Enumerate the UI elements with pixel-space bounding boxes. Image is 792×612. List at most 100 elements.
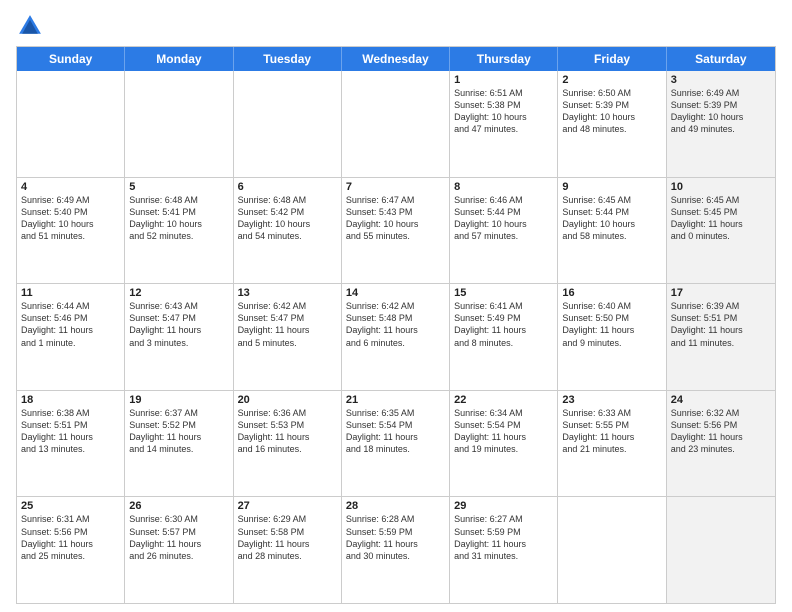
day-number: 14 [346,287,445,299]
day-number: 11 [21,287,120,299]
cal-cell: 11Sunrise: 6:44 AM Sunset: 5:46 PM Dayli… [17,284,125,390]
cal-cell [17,71,125,177]
cell-info: Sunrise: 6:46 AM Sunset: 5:44 PM Dayligh… [454,194,553,243]
cell-info: Sunrise: 6:36 AM Sunset: 5:53 PM Dayligh… [238,407,337,456]
cal-week-3: 18Sunrise: 6:38 AM Sunset: 5:51 PM Dayli… [17,390,775,497]
cal-cell [342,71,450,177]
day-number: 1 [454,74,553,86]
cal-header-tuesday: Tuesday [234,47,342,71]
cal-cell: 29Sunrise: 6:27 AM Sunset: 5:59 PM Dayli… [450,497,558,603]
day-number: 18 [21,394,120,406]
logo-icon [16,12,44,40]
cal-cell [667,497,775,603]
day-number: 8 [454,181,553,193]
calendar: SundayMondayTuesdayWednesdayThursdayFrid… [16,46,776,604]
cell-info: Sunrise: 6:48 AM Sunset: 5:42 PM Dayligh… [238,194,337,243]
cal-header-thursday: Thursday [450,47,558,71]
cell-info: Sunrise: 6:27 AM Sunset: 5:59 PM Dayligh… [454,513,553,562]
day-number: 24 [671,394,771,406]
day-number: 6 [238,181,337,193]
day-number: 12 [129,287,228,299]
day-number: 20 [238,394,337,406]
header [16,12,776,40]
cal-cell: 22Sunrise: 6:34 AM Sunset: 5:54 PM Dayli… [450,391,558,497]
day-number: 10 [671,181,771,193]
day-number: 2 [562,74,661,86]
cell-info: Sunrise: 6:42 AM Sunset: 5:48 PM Dayligh… [346,300,445,349]
day-number: 17 [671,287,771,299]
cell-info: Sunrise: 6:38 AM Sunset: 5:51 PM Dayligh… [21,407,120,456]
cal-header-monday: Monday [125,47,233,71]
calendar-header: SundayMondayTuesdayWednesdayThursdayFrid… [17,47,775,71]
cal-cell: 12Sunrise: 6:43 AM Sunset: 5:47 PM Dayli… [125,284,233,390]
cell-info: Sunrise: 6:42 AM Sunset: 5:47 PM Dayligh… [238,300,337,349]
day-number: 9 [562,181,661,193]
cal-cell: 3Sunrise: 6:49 AM Sunset: 5:39 PM Daylig… [667,71,775,177]
calendar-body: 1Sunrise: 6:51 AM Sunset: 5:38 PM Daylig… [17,71,775,603]
cal-cell: 20Sunrise: 6:36 AM Sunset: 5:53 PM Dayli… [234,391,342,497]
cell-info: Sunrise: 6:40 AM Sunset: 5:50 PM Dayligh… [562,300,661,349]
cell-info: Sunrise: 6:48 AM Sunset: 5:41 PM Dayligh… [129,194,228,243]
cell-info: Sunrise: 6:34 AM Sunset: 5:54 PM Dayligh… [454,407,553,456]
cell-info: Sunrise: 6:31 AM Sunset: 5:56 PM Dayligh… [21,513,120,562]
cell-info: Sunrise: 6:33 AM Sunset: 5:55 PM Dayligh… [562,407,661,456]
day-number: 7 [346,181,445,193]
cal-header-friday: Friday [558,47,666,71]
cal-cell: 13Sunrise: 6:42 AM Sunset: 5:47 PM Dayli… [234,284,342,390]
cal-header-sunday: Sunday [17,47,125,71]
cell-info: Sunrise: 6:45 AM Sunset: 5:44 PM Dayligh… [562,194,661,243]
day-number: 27 [238,500,337,512]
cal-cell: 19Sunrise: 6:37 AM Sunset: 5:52 PM Dayli… [125,391,233,497]
cal-cell: 24Sunrise: 6:32 AM Sunset: 5:56 PM Dayli… [667,391,775,497]
day-number: 22 [454,394,553,406]
cal-cell: 17Sunrise: 6:39 AM Sunset: 5:51 PM Dayli… [667,284,775,390]
day-number: 26 [129,500,228,512]
cal-cell: 28Sunrise: 6:28 AM Sunset: 5:59 PM Dayli… [342,497,450,603]
cal-cell: 18Sunrise: 6:38 AM Sunset: 5:51 PM Dayli… [17,391,125,497]
cal-cell [234,71,342,177]
cell-info: Sunrise: 6:30 AM Sunset: 5:57 PM Dayligh… [129,513,228,562]
cal-week-4: 25Sunrise: 6:31 AM Sunset: 5:56 PM Dayli… [17,496,775,603]
page: SundayMondayTuesdayWednesdayThursdayFrid… [0,0,792,612]
day-number: 25 [21,500,120,512]
cell-info: Sunrise: 6:43 AM Sunset: 5:47 PM Dayligh… [129,300,228,349]
cell-info: Sunrise: 6:37 AM Sunset: 5:52 PM Dayligh… [129,407,228,456]
day-number: 29 [454,500,553,512]
day-number: 13 [238,287,337,299]
cal-cell: 4Sunrise: 6:49 AM Sunset: 5:40 PM Daylig… [17,178,125,284]
day-number: 19 [129,394,228,406]
cal-week-2: 11Sunrise: 6:44 AM Sunset: 5:46 PM Dayli… [17,283,775,390]
day-number: 23 [562,394,661,406]
cell-info: Sunrise: 6:29 AM Sunset: 5:58 PM Dayligh… [238,513,337,562]
cal-cell: 6Sunrise: 6:48 AM Sunset: 5:42 PM Daylig… [234,178,342,284]
cal-cell [558,497,666,603]
day-number: 4 [21,181,120,193]
day-number: 15 [454,287,553,299]
cal-cell: 25Sunrise: 6:31 AM Sunset: 5:56 PM Dayli… [17,497,125,603]
cell-info: Sunrise: 6:41 AM Sunset: 5:49 PM Dayligh… [454,300,553,349]
day-number: 3 [671,74,771,86]
cal-cell: 21Sunrise: 6:35 AM Sunset: 5:54 PM Dayli… [342,391,450,497]
cell-info: Sunrise: 6:28 AM Sunset: 5:59 PM Dayligh… [346,513,445,562]
logo [16,12,46,40]
cal-cell: 23Sunrise: 6:33 AM Sunset: 5:55 PM Dayli… [558,391,666,497]
day-number: 5 [129,181,228,193]
cal-cell: 16Sunrise: 6:40 AM Sunset: 5:50 PM Dayli… [558,284,666,390]
cal-cell: 5Sunrise: 6:48 AM Sunset: 5:41 PM Daylig… [125,178,233,284]
cell-info: Sunrise: 6:50 AM Sunset: 5:39 PM Dayligh… [562,87,661,136]
cell-info: Sunrise: 6:45 AM Sunset: 5:45 PM Dayligh… [671,194,771,243]
day-number: 21 [346,394,445,406]
cal-week-0: 1Sunrise: 6:51 AM Sunset: 5:38 PM Daylig… [17,71,775,177]
cal-week-1: 4Sunrise: 6:49 AM Sunset: 5:40 PM Daylig… [17,177,775,284]
cal-cell: 15Sunrise: 6:41 AM Sunset: 5:49 PM Dayli… [450,284,558,390]
cal-cell: 7Sunrise: 6:47 AM Sunset: 5:43 PM Daylig… [342,178,450,284]
cal-cell: 27Sunrise: 6:29 AM Sunset: 5:58 PM Dayli… [234,497,342,603]
cell-info: Sunrise: 6:49 AM Sunset: 5:40 PM Dayligh… [21,194,120,243]
cell-info: Sunrise: 6:47 AM Sunset: 5:43 PM Dayligh… [346,194,445,243]
cal-cell: 1Sunrise: 6:51 AM Sunset: 5:38 PM Daylig… [450,71,558,177]
cal-cell: 2Sunrise: 6:50 AM Sunset: 5:39 PM Daylig… [558,71,666,177]
cal-cell: 14Sunrise: 6:42 AM Sunset: 5:48 PM Dayli… [342,284,450,390]
cal-cell: 9Sunrise: 6:45 AM Sunset: 5:44 PM Daylig… [558,178,666,284]
cal-cell: 26Sunrise: 6:30 AM Sunset: 5:57 PM Dayli… [125,497,233,603]
day-number: 28 [346,500,445,512]
